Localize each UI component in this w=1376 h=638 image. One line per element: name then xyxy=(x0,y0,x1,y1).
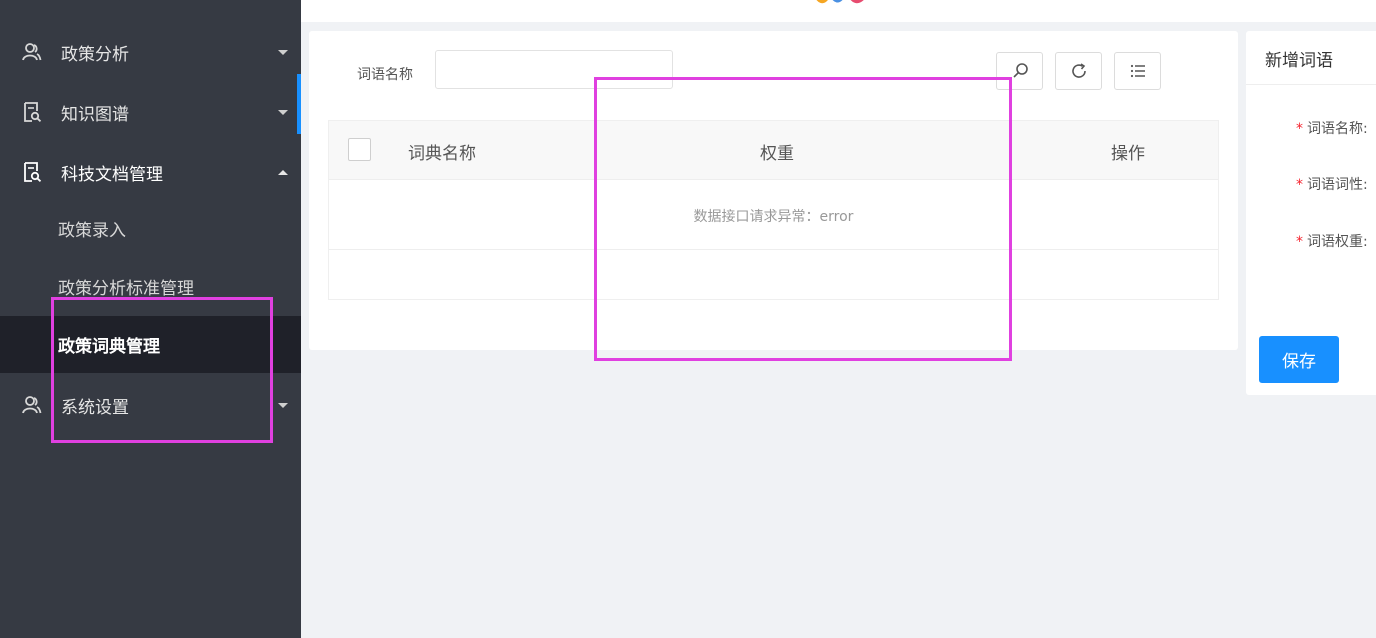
save-button[interactable]: 保存 xyxy=(1259,336,1339,383)
required-mark: * xyxy=(1296,234,1303,250)
required-mark: * xyxy=(1296,177,1303,193)
dictionary-table: 词典名称 权重 操作 数据接口请求异常：error xyxy=(328,120,1219,300)
chevron-up-icon xyxy=(278,169,288,175)
sidebar-item-label: 系统设置 xyxy=(61,397,129,418)
column-header-actions: 操作 xyxy=(1111,144,1145,164)
sidebar-item-label: 政策分析 xyxy=(61,44,129,65)
chevron-down-icon xyxy=(278,109,288,115)
sidebar-item-cut-off[interactable] xyxy=(0,0,301,6)
table-empty-row: 数据接口请求异常：error xyxy=(329,180,1218,250)
sidebar-subitem-policy-entry[interactable]: 政策录入 xyxy=(0,200,301,257)
sidebar-subitem-label: 政策词典管理 xyxy=(58,337,160,357)
sidebar-subitem-policy-dictionary[interactable]: 政策词典管理 xyxy=(0,316,301,373)
document-search-icon xyxy=(24,162,42,182)
term-name-label: * 词语名称: xyxy=(1296,118,1368,138)
sidebar-item-tech-doc-management[interactable]: 科技文档管理 xyxy=(0,142,301,202)
sidebar-scrollbar[interactable] xyxy=(297,74,301,134)
panel-header: 新增词语 xyxy=(1246,31,1376,85)
sidebar-item-policy-analysis[interactable]: 政策分析 xyxy=(0,22,301,82)
column-header-dictionary-name[interactable]: 词典名称 xyxy=(408,139,476,164)
sidebar-item-label: 科技文档管理 xyxy=(61,164,163,185)
chevron-down-icon xyxy=(278,402,288,408)
term-pos-label: * 词语词性: xyxy=(1296,174,1368,194)
sidebar-subitem-label: 政策录入 xyxy=(58,221,126,241)
column-header-weight[interactable]: 权重 xyxy=(760,139,794,164)
table-error-message: 数据接口请求异常：error xyxy=(693,209,854,225)
refresh-button[interactable] xyxy=(1055,52,1102,90)
term-name-label-text: 词语名称: xyxy=(1307,121,1368,137)
list-icon xyxy=(1130,64,1145,78)
sidebar-subitem-label: 政策分析标准管理 xyxy=(58,279,194,299)
sidebar: 政策分析 知识图谱 科技文档管理 政策录入 政策分析标准管理 政策词典管理 系统… xyxy=(0,0,301,638)
top-header xyxy=(301,0,1376,22)
select-all-checkbox[interactable] xyxy=(348,138,371,161)
term-pos-label-text: 词语词性: xyxy=(1307,177,1368,193)
sidebar-item-knowledge-graph[interactable]: 知识图谱 xyxy=(0,82,301,142)
required-mark: * xyxy=(1296,121,1303,137)
sidebar-item-system-settings[interactable]: 系统设置 xyxy=(0,375,301,435)
chevron-down-icon xyxy=(278,49,288,55)
panel-title: 新增词语 xyxy=(1265,51,1333,71)
term-weight-label: * 词语权重: xyxy=(1296,231,1368,251)
document-search-icon xyxy=(24,102,42,122)
dictionary-list-card: 词语名称 词典名称 权重 操作 数据接口请求异常：error xyxy=(309,31,1238,350)
column-settings-button[interactable] xyxy=(1114,52,1161,90)
app-logo-icon xyxy=(816,0,864,4)
user-group-icon xyxy=(22,396,42,414)
search-icon xyxy=(1012,63,1028,78)
table-header: 词典名称 权重 操作 xyxy=(329,121,1218,180)
search-input[interactable] xyxy=(435,50,673,89)
search-button[interactable] xyxy=(996,52,1043,90)
term-weight-label-text: 词语权重: xyxy=(1307,234,1368,250)
search-label: 词语名称 xyxy=(357,67,413,83)
sidebar-subitem-analysis-standard[interactable]: 政策分析标准管理 xyxy=(0,258,301,315)
refresh-icon xyxy=(1071,63,1086,78)
add-term-panel: 新增词语 * 词语名称: * 词语词性: * 词语权重: 保存 xyxy=(1246,31,1376,395)
user-group-icon xyxy=(22,43,42,61)
sidebar-item-label: 知识图谱 xyxy=(61,104,129,125)
